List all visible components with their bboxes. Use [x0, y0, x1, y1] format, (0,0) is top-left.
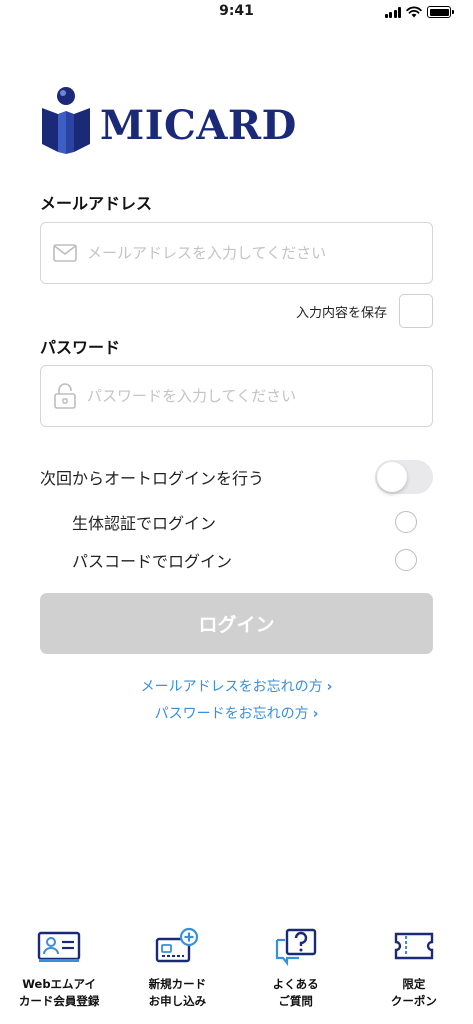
- save-input-row: 入力内容を保存: [296, 294, 433, 328]
- member-card-icon: [37, 931, 81, 962]
- bottom-nav: Webエムアイ カード会員登録 新規カード お申し込み よくある ご質問 限定 クーポン: [0, 920, 473, 1024]
- passcode-login-row: パスコードでログイン: [72, 546, 417, 574]
- nav-item-faq[interactable]: よくある ご質問: [237, 920, 355, 1024]
- passcode-login-label: パスコードでログイン: [72, 552, 233, 571]
- login-button[interactable]: ログイン: [40, 593, 433, 654]
- logo-text: MICARD: [100, 101, 297, 149]
- nav-label-member-registration: Webエムアイ カード会員登録: [18, 977, 100, 1008]
- email-label: メールアドレス: [40, 194, 153, 213]
- wifi-icon: [406, 6, 422, 18]
- nav-item-coupon[interactable]: 限定 クーポン: [355, 920, 473, 1024]
- envelope-icon: [53, 244, 77, 262]
- lock-icon: [54, 383, 76, 409]
- status-icons: [384, 6, 454, 18]
- auto-login-label: 次回からオートログインを行う: [40, 469, 265, 488]
- password-field[interactable]: [40, 365, 433, 427]
- nav-label-faq: よくある ご質問: [272, 977, 319, 1008]
- forgot-email-link[interactable]: メールアドレスをお忘れの方 ›: [0, 676, 473, 696]
- forgot-email-link-text: メールアドレスをお忘れの方: [140, 679, 323, 695]
- passcode-login-radio[interactable]: [395, 549, 417, 571]
- status-bar: 9:41: [0, 0, 473, 26]
- nav-label-coupon: 限定 クーポン: [390, 977, 437, 1008]
- nav-label-new-card: 新規カード お申し込み: [148, 977, 207, 1008]
- save-input-label: 入力内容を保存: [295, 305, 387, 321]
- battery-icon: [427, 6, 454, 18]
- micard-logo-mark-icon: [42, 87, 90, 154]
- forgot-password-link[interactable]: パスワードをお忘れの方 ›: [0, 703, 473, 723]
- email-field[interactable]: [40, 222, 433, 284]
- chevron-right-icon: ›: [326, 679, 333, 695]
- password-label: パスワード: [40, 338, 121, 357]
- save-input-checkbox[interactable]: [399, 294, 433, 328]
- coupon-icon: [394, 932, 434, 960]
- auto-login-row: 次回からオートログインを行う: [40, 459, 433, 495]
- micard-logo: MICARD: [40, 86, 297, 154]
- biometric-login-row: 生体認証でログイン: [72, 508, 417, 536]
- chevron-right-icon: ›: [312, 706, 319, 722]
- toggle-knob: [377, 462, 407, 492]
- forgot-password-link-text: パスワードをお忘れの方: [154, 706, 309, 722]
- biometric-login-radio[interactable]: [395, 511, 417, 533]
- biometric-login-label: 生体認証でログイン: [72, 514, 217, 533]
- nav-item-new-card[interactable]: 新規カード お申し込み: [118, 920, 236, 1024]
- email-input[interactable]: [87, 244, 417, 262]
- nav-item-member-registration[interactable]: Webエムアイ カード会員登録: [0, 920, 118, 1024]
- new-card-icon: [156, 927, 199, 963]
- password-input[interactable]: [87, 387, 417, 405]
- faq-icon: [275, 928, 316, 966]
- auto-login-toggle[interactable]: [375, 460, 433, 494]
- cellular-signal-icon: [384, 6, 401, 18]
